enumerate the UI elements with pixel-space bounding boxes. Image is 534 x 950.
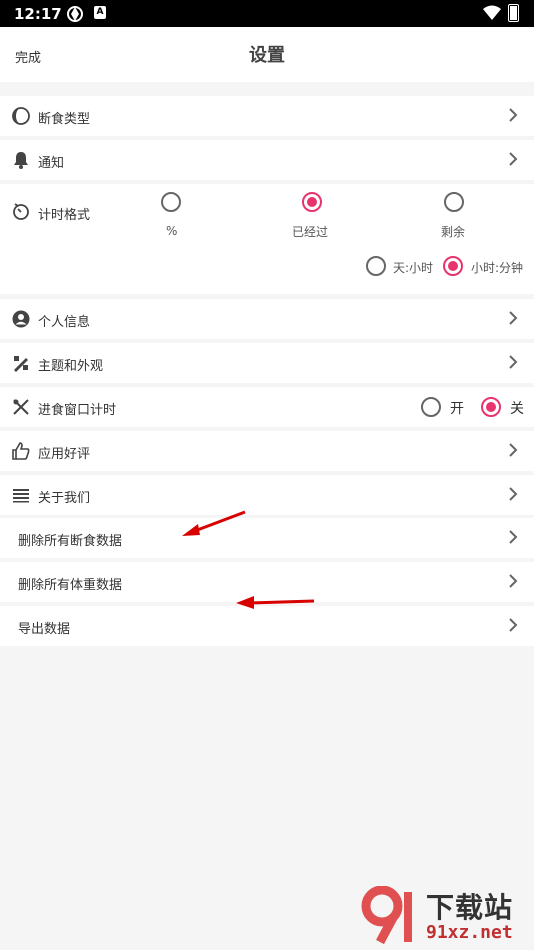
radio-elapsed[interactable]	[302, 192, 322, 212]
row-eating-window: 进食窗口计时 开 关	[0, 387, 534, 427]
radio-eating-window-off[interactable]	[481, 397, 501, 417]
radio-day-hour-label: 天:小时	[393, 261, 434, 275]
status-bar: 12:17 A	[0, 0, 534, 27]
radio-hour-minute[interactable]	[443, 256, 463, 276]
chevron-right-icon	[509, 355, 518, 369]
radio-percent-label: %	[166, 224, 178, 238]
row-label: 计时格式	[38, 208, 91, 223]
row-timer-format: 计时格式 % 已经过 剩余 天:小时 小时:分钟	[0, 184, 534, 294]
chevron-right-icon	[509, 152, 518, 166]
page-title: 设置	[249, 45, 285, 66]
row-fasting-type[interactable]: 断食类型	[0, 96, 534, 136]
moon-icon	[12, 107, 30, 125]
watermark-logo-icon	[361, 886, 412, 944]
watermark: 下载站 91xz.net	[360, 886, 530, 946]
row-delete-fasting[interactable]: 删除所有断食数据	[0, 518, 534, 558]
chevron-right-icon	[509, 618, 518, 632]
row-label: 关于我们	[38, 491, 91, 506]
row-theme[interactable]: 主题和外观	[0, 343, 534, 383]
annotation-arrow-icon	[236, 596, 315, 609]
row-label: 主题和外观	[38, 359, 104, 374]
user-icon	[12, 310, 30, 328]
wifi-icon	[483, 5, 501, 20]
watermark-brand: 下载站	[426, 891, 514, 924]
chevron-right-icon	[509, 487, 518, 501]
sync-icon	[67, 6, 83, 22]
list-icon	[13, 489, 29, 503]
annotation-arrow-icon	[182, 510, 246, 536]
status-time: 12:17	[14, 5, 62, 23]
design-tools-icon	[14, 356, 28, 372]
row-label: 导出数据	[18, 622, 71, 637]
row-label: 进食窗口计时	[38, 403, 117, 418]
timer-icon	[13, 203, 29, 220]
chevron-right-icon	[509, 574, 518, 588]
row-label: 应用好评	[38, 447, 91, 462]
radio-eating-window-on[interactable]	[421, 397, 441, 417]
row-export[interactable]: 导出数据	[0, 606, 534, 646]
chevron-right-icon	[509, 311, 518, 325]
utensils-icon	[13, 399, 29, 415]
row-label: 断食类型	[38, 112, 91, 127]
bell-icon	[14, 152, 28, 169]
row-label: 删除所有体重数据	[18, 578, 123, 593]
row-label: 删除所有断食数据	[18, 534, 123, 549]
watermark-url: 91xz.net	[426, 922, 513, 943]
header: 完成 设置	[0, 27, 534, 82]
radio-on-label: 开	[450, 401, 464, 417]
row-rate-app[interactable]: 应用好评	[0, 431, 534, 471]
row-personal-info[interactable]: 个人信息	[0, 299, 534, 339]
row-label: 个人信息	[38, 315, 91, 330]
row-notifications[interactable]: 通知	[0, 140, 534, 180]
chevron-right-icon	[509, 108, 518, 122]
radio-remaining-label: 剩余	[441, 225, 466, 239]
radio-off-label: 关	[510, 401, 524, 417]
radio-percent[interactable]	[161, 192, 181, 212]
chevron-right-icon	[509, 443, 518, 457]
radio-remaining[interactable]	[444, 192, 464, 212]
battery-icon	[508, 4, 519, 22]
radio-hour-minute-label: 小时:分钟	[471, 261, 524, 275]
thumbs-up-icon	[12, 442, 30, 460]
radio-elapsed-label: 已经过	[292, 225, 329, 239]
row-label: 通知	[38, 156, 65, 171]
row-about[interactable]: 关于我们	[0, 475, 534, 515]
chevron-right-icon	[509, 530, 518, 544]
app-notification-icon: A	[94, 6, 106, 19]
radio-day-hour[interactable]	[366, 256, 386, 276]
